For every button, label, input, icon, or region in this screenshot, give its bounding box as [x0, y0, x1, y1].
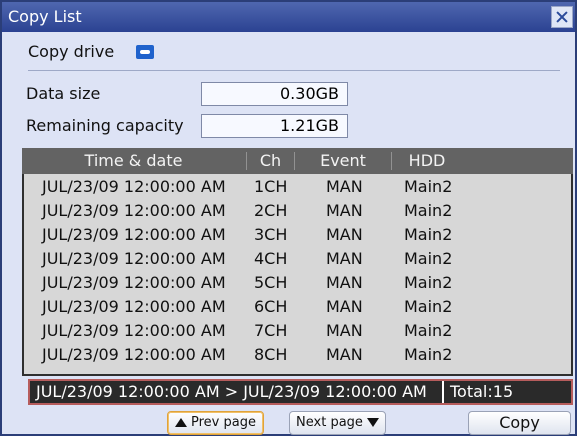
next-page-label: Next page	[296, 415, 363, 430]
title-bar: Copy List	[2, 2, 575, 32]
prev-page-label: Prev page	[191, 415, 256, 430]
table-row[interactable]: JUL/23/09 12:00:00 AM 7CH MAN Main2	[30, 319, 562, 343]
cell-ch: 2CH	[254, 201, 288, 220]
cell-time-date: JUL/23/09 12:00:00 AM	[42, 345, 226, 364]
table-row[interactable]: JUL/23/09 12:00:00 AM 2CH MAN Main2	[30, 199, 562, 223]
status-bar: JUL/23/09 12:00:00 AM > JUL/23/09 12:00:…	[28, 379, 573, 405]
cell-ch: 3CH	[254, 225, 288, 244]
cell-event: MAN	[326, 273, 363, 292]
status-divider	[442, 381, 444, 403]
date-range-text: JUL/23/09 12:00:00 AM > JUL/23/09 12:00:…	[36, 382, 427, 401]
cell-hdd: Main2	[404, 177, 453, 196]
table-row[interactable]: JUL/23/09 12:00:00 AM 3CH MAN Main2	[30, 223, 562, 247]
table-row[interactable]: JUL/23/09 12:00:00 AM 5CH MAN Main2	[30, 271, 562, 295]
table-row[interactable]: JUL/23/09 12:00:00 AM 6CH MAN Main2	[30, 295, 562, 319]
copy-drive-row: Copy drive	[28, 34, 560, 71]
cell-time-date: JUL/23/09 12:00:00 AM	[42, 177, 226, 196]
prev-page-button[interactable]: Prev page	[167, 411, 264, 435]
cell-hdd: Main2	[404, 249, 453, 268]
table-header: Time & date Ch Event HDD	[22, 148, 573, 174]
remaining-capacity-value: 1.21GB	[201, 114, 348, 138]
cell-event: MAN	[326, 249, 363, 268]
cell-hdd: Main2	[404, 321, 453, 340]
cell-event: MAN	[326, 321, 363, 340]
sd-card-icon	[136, 45, 154, 59]
header-event: Event	[320, 151, 366, 170]
data-size-label: Data size	[26, 84, 101, 103]
total-count: Total:15	[450, 382, 514, 401]
cell-hdd: Main2	[404, 297, 453, 316]
cell-time-date: JUL/23/09 12:00:00 AM	[42, 225, 226, 244]
cell-ch: 4CH	[254, 249, 288, 268]
cell-time-date: JUL/23/09 12:00:00 AM	[42, 297, 226, 316]
cell-event: MAN	[326, 201, 363, 220]
header-hdd: HDD	[408, 151, 446, 170]
cell-ch: 5CH	[254, 273, 288, 292]
cell-time-date: JUL/23/09 12:00:00 AM	[42, 201, 226, 220]
table-row[interactable]: JUL/23/09 12:00:00 AM 8CH MAN Main2	[30, 343, 562, 367]
next-page-button[interactable]: Next page	[289, 411, 386, 435]
cell-event: MAN	[326, 177, 363, 196]
data-size-value: 0.30GB	[201, 82, 348, 106]
copy-button[interactable]: Copy	[468, 411, 571, 435]
triangle-up-icon	[175, 418, 188, 427]
window-title: Copy List	[8, 7, 82, 26]
header-ch: Ch	[259, 151, 282, 170]
cell-time-date: JUL/23/09 12:00:00 AM	[42, 321, 226, 340]
cell-time-date: JUL/23/09 12:00:00 AM	[42, 249, 226, 268]
remaining-capacity-label: Remaining capacity	[26, 116, 184, 135]
close-button[interactable]	[551, 6, 573, 28]
cell-event: MAN	[326, 297, 363, 316]
cell-hdd: Main2	[404, 273, 453, 292]
cell-event: MAN	[326, 345, 363, 364]
cell-ch: 7CH	[254, 321, 288, 340]
table-row[interactable]: JUL/23/09 12:00:00 AM 4CH MAN Main2	[30, 247, 562, 271]
cell-time-date: JUL/23/09 12:00:00 AM	[42, 273, 226, 292]
copy-list-window: Copy List Copy drive Data size 0.30GB Re…	[0, 0, 577, 436]
table-row[interactable]: JUL/23/09 12:00:00 AM 1CH MAN Main2	[30, 175, 562, 199]
cell-ch: 1CH	[254, 177, 288, 196]
copy-drive-label: Copy drive	[28, 42, 115, 61]
cell-hdd: Main2	[404, 225, 453, 244]
cell-event: MAN	[326, 225, 363, 244]
cell-hdd: Main2	[404, 345, 453, 364]
cell-hdd: Main2	[404, 201, 453, 220]
cell-ch: 8CH	[254, 345, 288, 364]
header-time-date: Time & date	[84, 151, 183, 170]
cell-ch: 6CH	[254, 297, 288, 316]
triangle-down-icon	[366, 418, 379, 427]
